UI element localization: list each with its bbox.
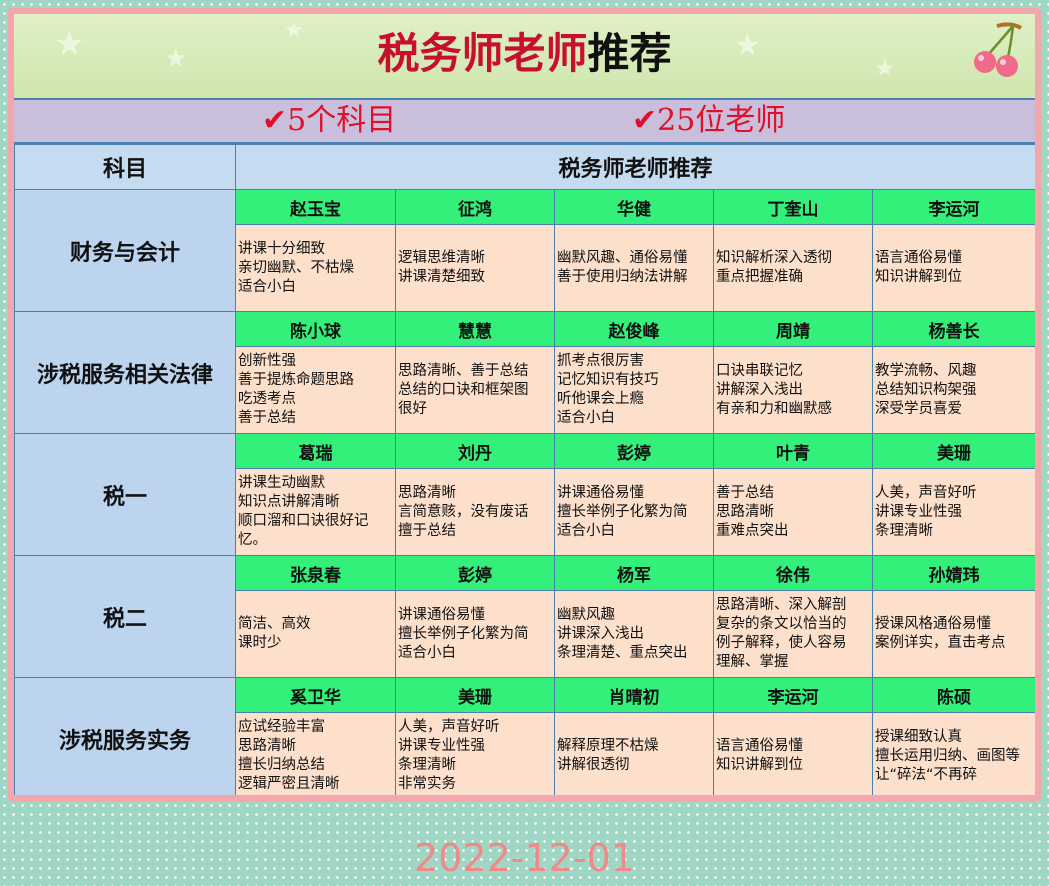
teachers-column-header: 税务师老师推荐 (234, 144, 1035, 190)
teacher-name-cell: 征鸿 (395, 189, 555, 225)
teacher-desc-cell: 人美，声音好听 讲课专业性强 条理清晰 (871, 468, 1035, 556)
subject-column-header: 科目 (14, 144, 236, 190)
teacher-desc-cell: 善于总结 思路清晰 重难点突出 (713, 468, 873, 556)
teacher-desc-cell: 思路清晰 言简意赅，没有废话 擅于总结 (395, 468, 555, 556)
teacher-desc-cell: 讲课十分细致 亲切幽默、不枯燥 适合小白 (235, 224, 396, 312)
teacher-desc-cell: 幽默风趣、通俗易懂 善于使用归纳法讲解 (554, 224, 714, 312)
teacher-desc-cell: 讲课通俗易懂 擅长举例子化繁为简 适合小白 (395, 590, 555, 678)
teacher-name-cell: 张泉春 (235, 555, 396, 591)
teacher-name-row: 税一 葛瑞 刘丹 彭婷 叶青 美珊 (14, 433, 1035, 556)
date-stamp: 2022-12-01 (414, 836, 635, 880)
teacher-name-cell: 美珊 (871, 433, 1035, 469)
teacher-name-row: 涉税服务相关法律 陈小球 慧慧 赵俊峰 周靖 杨善长 (14, 311, 1035, 434)
teacher-name-cell: 葛瑞 (235, 433, 396, 469)
title-red-part: 税务师老师 (377, 29, 588, 78)
title-black-part: 推荐 (587, 29, 672, 78)
teacher-name-cell: 叶青 (713, 433, 873, 469)
table-body: 财务与会计 赵玉宝 征鸿 华健 丁奎山 李运河 讲课十分细致 亲切幽默、不枯燥 适合小白 逻辑… (14, 189, 1035, 795)
subheader-bar: ✔5个科目 ✔25位老师 (14, 100, 1035, 144)
teacher-desc-cell: 解释原理不枯燥 讲解很透彻 (554, 712, 714, 795)
teacher-name-cell: 周靖 (713, 311, 873, 347)
teacher-desc-cell: 讲课通俗易懂 擅长举例子化繁为简 适合小白 (554, 468, 714, 556)
teacher-desc-cell: 抓考点很厉害 记忆知识有技巧 听他课会上瘾 适合小白 (554, 346, 714, 434)
teacher-name-cell: 赵玉宝 (235, 189, 396, 225)
title-bar: ★ ★ ★ ★ ★ 税务师老师推荐 (14, 14, 1035, 100)
teacher-desc-cell: 口诀串联记忆 讲解深入浅出 有亲和力和幽默感 (713, 346, 873, 434)
teacher-name-cell: 丁奎山 (713, 189, 873, 225)
teacher-desc-cell: 思路清晰、深入解剖 复杂的条文以恰当的 例子解释，使人容易 理解、掌握 (713, 590, 873, 678)
teacher-name-cell: 杨善长 (871, 311, 1035, 347)
teacher-name-cell: 孙婧玮 (871, 555, 1035, 591)
teacher-name-row: 财务与会计 赵玉宝 征鸿 华健 丁奎山 李运河 (14, 189, 1035, 312)
teacher-name-cell: 奚卫华 (235, 677, 396, 713)
page-title: 税务师老师推荐 (14, 22, 1035, 86)
teacher-table: 科目 税务师老师推荐 财务与会计 赵玉宝 征鸿 华健 丁奎山 李运河 讲课十分细致 亲切幽默… (14, 144, 1035, 795)
teacher-name-cell: 刘丹 (395, 433, 555, 469)
teacher-desc-cell: 语言通俗易懂 知识讲解到位 (871, 224, 1035, 312)
teacher-desc-cell: 应试经验丰富 思路清晰 擅长归纳总结 逻辑严密且清晰 (235, 712, 396, 795)
teacher-name-cell: 美珊 (395, 677, 555, 713)
teacher-name-cell: 彭婷 (554, 433, 714, 469)
teacher-name-cell: 慧慧 (395, 311, 555, 347)
check-icon: ✔ (632, 103, 658, 138)
teacher-name-cell: 陈小球 (235, 311, 396, 347)
teacher-desc-cell: 人美，声音好听 讲课专业性强 条理清晰 非常实务 (395, 712, 555, 795)
subject-cell: 涉税服务相关法律 (14, 311, 236, 434)
teacher-name-cell: 徐伟 (713, 555, 873, 591)
teacher-desc-cell: 思路清晰、善于总结 总结的口诀和框架图 很好 (395, 346, 555, 434)
cherry-icon (974, 22, 1023, 77)
teacher-desc-cell: 逻辑思维清晰 讲课清楚细致 (395, 224, 555, 312)
teacher-count-label: 25位老师 (657, 103, 786, 138)
teacher-desc-cell: 授课细致认真 擅长运用归纳、画图等 让“碎法“不再碎 (871, 712, 1035, 795)
teacher-desc-cell: 教学流畅、风趣 总结知识构架强 深受学员喜爱 (871, 346, 1035, 434)
teacher-name-cell: 彭婷 (395, 555, 555, 591)
subject-cell: 税一 (14, 433, 236, 556)
subject-count: ✔5个科目 (262, 100, 396, 142)
poster-inner: ★ ★ ★ ★ ★ 税务师老师推荐 ✔5个科目 ✔25位老师 科目 税务师老师推… (14, 14, 1035, 795)
teacher-name-row: 税二 张泉春 彭婷 杨军 徐伟 孙婧玮 (14, 555, 1035, 678)
teacher-name-cell: 杨军 (554, 555, 714, 591)
subject-cell: 税二 (14, 555, 236, 678)
teacher-desc-cell: 创新性强 善于提炼命题思路 吃透考点 善于总结 (235, 346, 396, 434)
teacher-name-cell: 李运河 (871, 189, 1035, 225)
teacher-name-cell: 华健 (554, 189, 714, 225)
teacher-name-cell: 李运河 (713, 677, 873, 713)
teacher-name-cell: 陈硕 (871, 677, 1035, 713)
teacher-count: ✔25位老师 (632, 100, 785, 142)
poster-frame: ★ ★ ★ ★ ★ 税务师老师推荐 ✔5个科目 ✔25位老师 科目 税务师老师推… (8, 8, 1041, 801)
teacher-desc-cell: 语言通俗易懂 知识讲解到位 (713, 712, 873, 795)
subject-cell: 财务与会计 (14, 189, 236, 312)
check-icon: ✔ (262, 103, 288, 138)
teacher-name-row: 涉税服务实务 奚卫华 美珊 肖晴初 李运河 陈硕 (14, 677, 1035, 795)
teacher-desc-cell: 讲课生动幽默 知识点讲解清晰 顺口溜和口诀很好记 忆。 (235, 468, 396, 556)
teacher-desc-cell: 知识解析深入透彻 重点把握准确 (713, 224, 873, 312)
teacher-desc-cell: 简洁、高效 课时少 (235, 590, 396, 678)
subject-count-label: 5个科目 (287, 103, 397, 138)
teacher-desc-cell: 授课风格通俗易懂 案例详实，直击考点 (871, 590, 1035, 678)
teacher-name-cell: 赵俊峰 (554, 311, 714, 347)
subject-cell: 涉税服务实务 (14, 677, 236, 795)
teacher-name-cell: 肖晴初 (554, 677, 714, 713)
teacher-desc-cell: 幽默风趣 讲课深入浅出 条理清楚、重点突出 (554, 590, 714, 678)
